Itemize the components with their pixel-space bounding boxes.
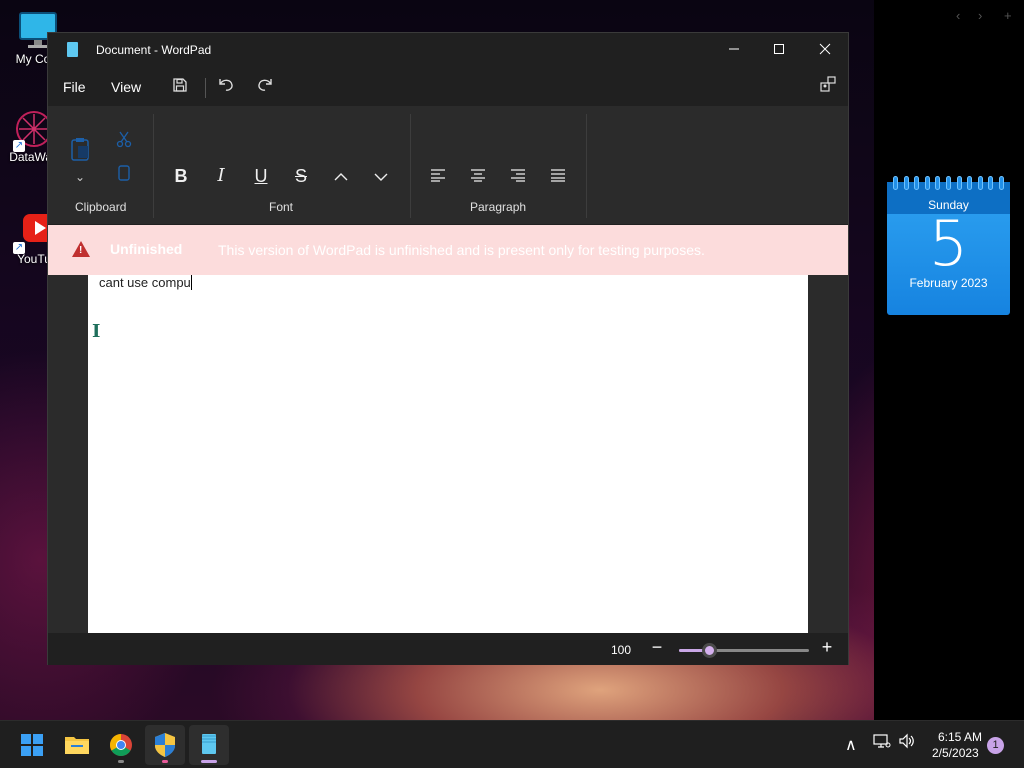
ribbon-group-paragraph-label: Paragraph: [470, 200, 527, 214]
security-button[interactable]: [145, 725, 185, 765]
align-left-button[interactable]: [423, 161, 453, 191]
shortcut-arrow-icon: ↗: [13, 242, 25, 254]
close-icon: [819, 43, 831, 55]
wordpad-icon: [202, 734, 216, 754]
align-right-icon: [511, 169, 525, 182]
start-button[interactable]: [12, 725, 52, 765]
forward-arrow-icon[interactable]: ›: [978, 8, 982, 23]
align-left-icon: [431, 169, 445, 182]
menu-bar: File View: [48, 67, 848, 105]
clock-time[interactable]: 6:15 AM: [938, 730, 982, 744]
wordpad-taskbar-button[interactable]: [189, 725, 229, 765]
cut-button[interactable]: [109, 127, 139, 157]
menu-file[interactable]: File: [63, 79, 86, 95]
italic-button[interactable]: I: [206, 161, 236, 191]
chevron-down-icon: [374, 173, 388, 181]
add-icon[interactable]: +: [1004, 8, 1012, 23]
save-button[interactable]: [166, 74, 194, 102]
text-caret: [190, 275, 192, 290]
bold-button[interactable]: B: [166, 161, 196, 191]
close-button[interactable]: [802, 33, 848, 67]
toolbar-separator: [205, 78, 206, 98]
ibeam-cursor-icon: I: [92, 321, 101, 342]
align-center-button[interactable]: [463, 161, 493, 191]
minimize-button[interactable]: [711, 33, 757, 67]
folder-icon: [65, 737, 89, 754]
minimize-icon: [729, 48, 739, 50]
align-center-icon: [471, 169, 485, 182]
copy-button[interactable]: [109, 161, 139, 191]
shield-icon: [155, 733, 175, 757]
windows-logo-icon: [21, 734, 43, 756]
strikethrough-button[interactable]: S: [286, 161, 316, 191]
network-icon[interactable]: [873, 733, 891, 754]
ribbon: ⌄ Clipboard B I U S Font Paragraph: [48, 106, 848, 224]
maximize-button[interactable]: [756, 33, 802, 67]
banner-title: Unfinished: [110, 241, 183, 257]
maximize-icon: [774, 44, 784, 54]
paste-icon: [71, 138, 89, 161]
ribbon-separator: [410, 114, 411, 218]
ribbon-group-font-label: Font: [269, 200, 294, 214]
feedback-icon: [820, 76, 836, 92]
back-arrow-icon[interactable]: ‹: [956, 8, 960, 23]
undo-button[interactable]: [212, 74, 240, 102]
justify-button[interactable]: [543, 161, 573, 191]
desktop-right-area: [874, 0, 1024, 720]
clock-date[interactable]: 2/5/2023: [932, 746, 979, 760]
justify-icon: [551, 169, 565, 182]
zoom-in-button[interactable]: +: [817, 637, 837, 658]
scissors-icon: [116, 131, 132, 148]
title-bar[interactable]: Document - WordPad: [48, 33, 848, 67]
wordpad-app-icon: [67, 42, 78, 57]
volume-icon[interactable]: [898, 733, 916, 754]
document-text[interactable]: cant use compu: [99, 275, 192, 290]
underline-button[interactable]: U: [246, 161, 276, 191]
zoom-slider[interactable]: [679, 643, 809, 658]
calendar-widget[interactable]: Sunday 5 February 2023: [887, 176, 1010, 315]
ribbon-separator: [586, 114, 587, 218]
paste-dropdown-chevron-icon[interactable]: ⌄: [65, 162, 95, 192]
zoom-level: 100: [611, 643, 632, 657]
status-bar: 100 − +: [48, 633, 848, 665]
banner-message: This version of WordPad is unfinished an…: [218, 242, 705, 258]
document-page[interactable]: cant use compu I: [88, 275, 808, 633]
redo-icon: [258, 79, 272, 91]
calendar-month-year: February 2023: [909, 276, 988, 290]
wordpad-window: Document - WordPad File View ⌄ Clipboard…: [47, 32, 849, 665]
zoom-slider-thumb[interactable]: [701, 643, 717, 658]
align-right-button[interactable]: [503, 161, 533, 191]
undo-icon: [219, 79, 233, 91]
document-area: cant use compu I: [48, 275, 848, 633]
window-title: Document - WordPad: [96, 43, 212, 57]
ribbon-separator: [153, 114, 154, 218]
ribbon-group-clipboard-label: Clipboard: [75, 200, 127, 214]
chevron-up-icon: [334, 173, 348, 181]
unfinished-warning-banner: ! Unfinished This version of WordPad is …: [48, 225, 848, 275]
menu-view[interactable]: View: [111, 79, 141, 95]
copy-icon: [118, 165, 130, 181]
zoom-out-button[interactable]: −: [647, 637, 667, 658]
calendar-rings: [893, 176, 1004, 190]
calendar-day: 5: [928, 207, 969, 280]
save-icon: [173, 78, 187, 92]
feedback-button[interactable]: [814, 74, 842, 102]
chrome-button[interactable]: [101, 725, 141, 765]
file-explorer-button[interactable]: [57, 725, 97, 765]
taskbar: ∧ 6:15 AM 2/5/2023 1: [0, 720, 1024, 768]
notification-badge[interactable]: 1: [987, 737, 1004, 754]
tray-overflow-chevron-icon[interactable]: ∧: [845, 735, 857, 755]
grow-font-button[interactable]: [326, 161, 356, 191]
shortcut-arrow-icon: ↗: [13, 140, 25, 152]
redo-button[interactable]: [251, 74, 279, 102]
shrink-font-button[interactable]: [366, 161, 396, 191]
chrome-icon: [110, 734, 132, 756]
